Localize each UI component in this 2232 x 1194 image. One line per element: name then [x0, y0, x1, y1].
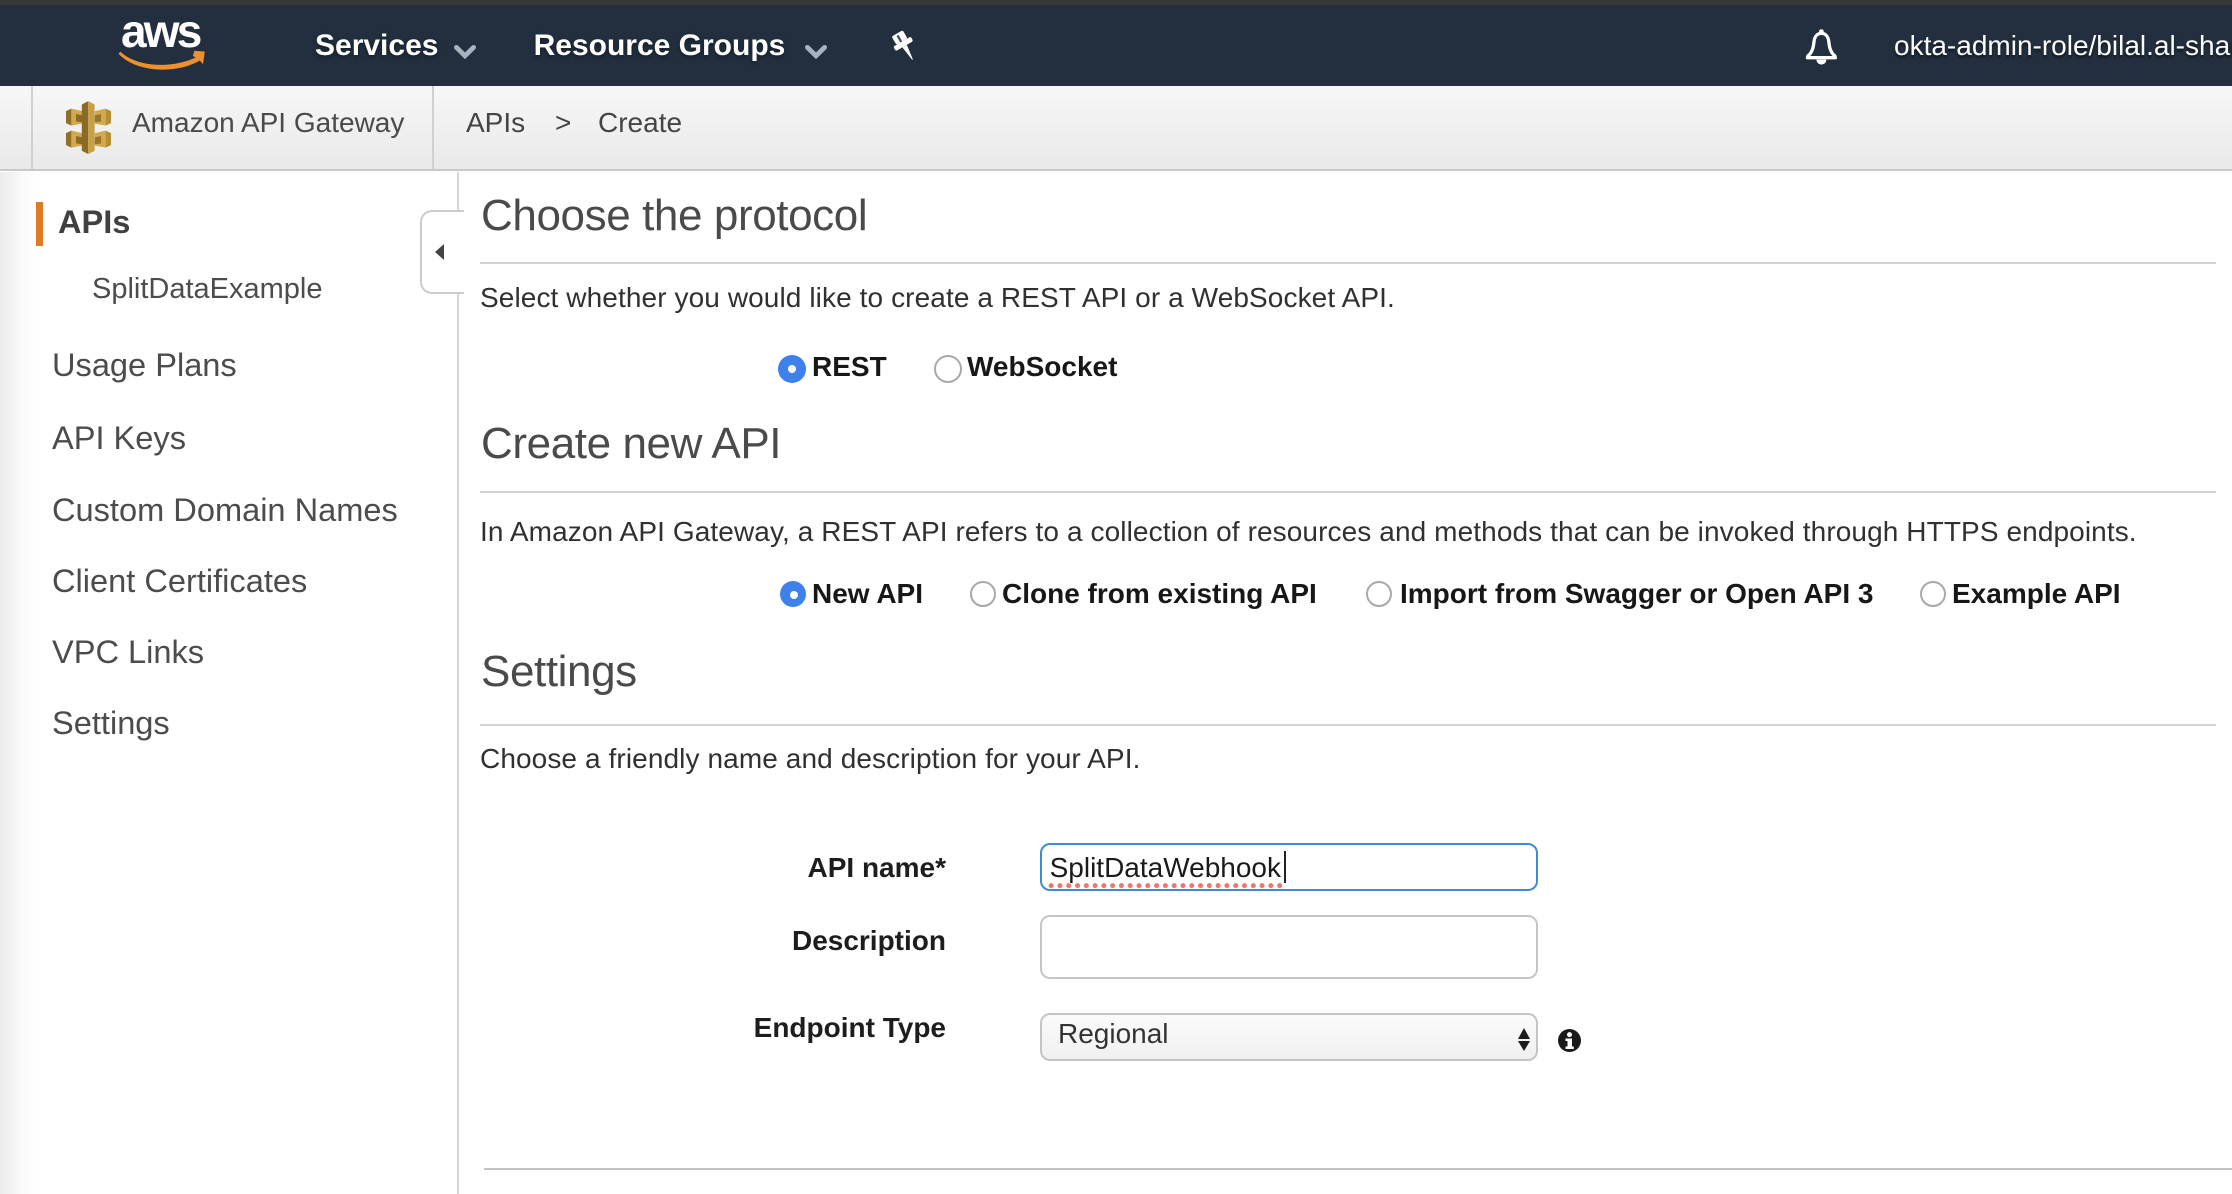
svg-text:aws: aws: [121, 18, 201, 57]
